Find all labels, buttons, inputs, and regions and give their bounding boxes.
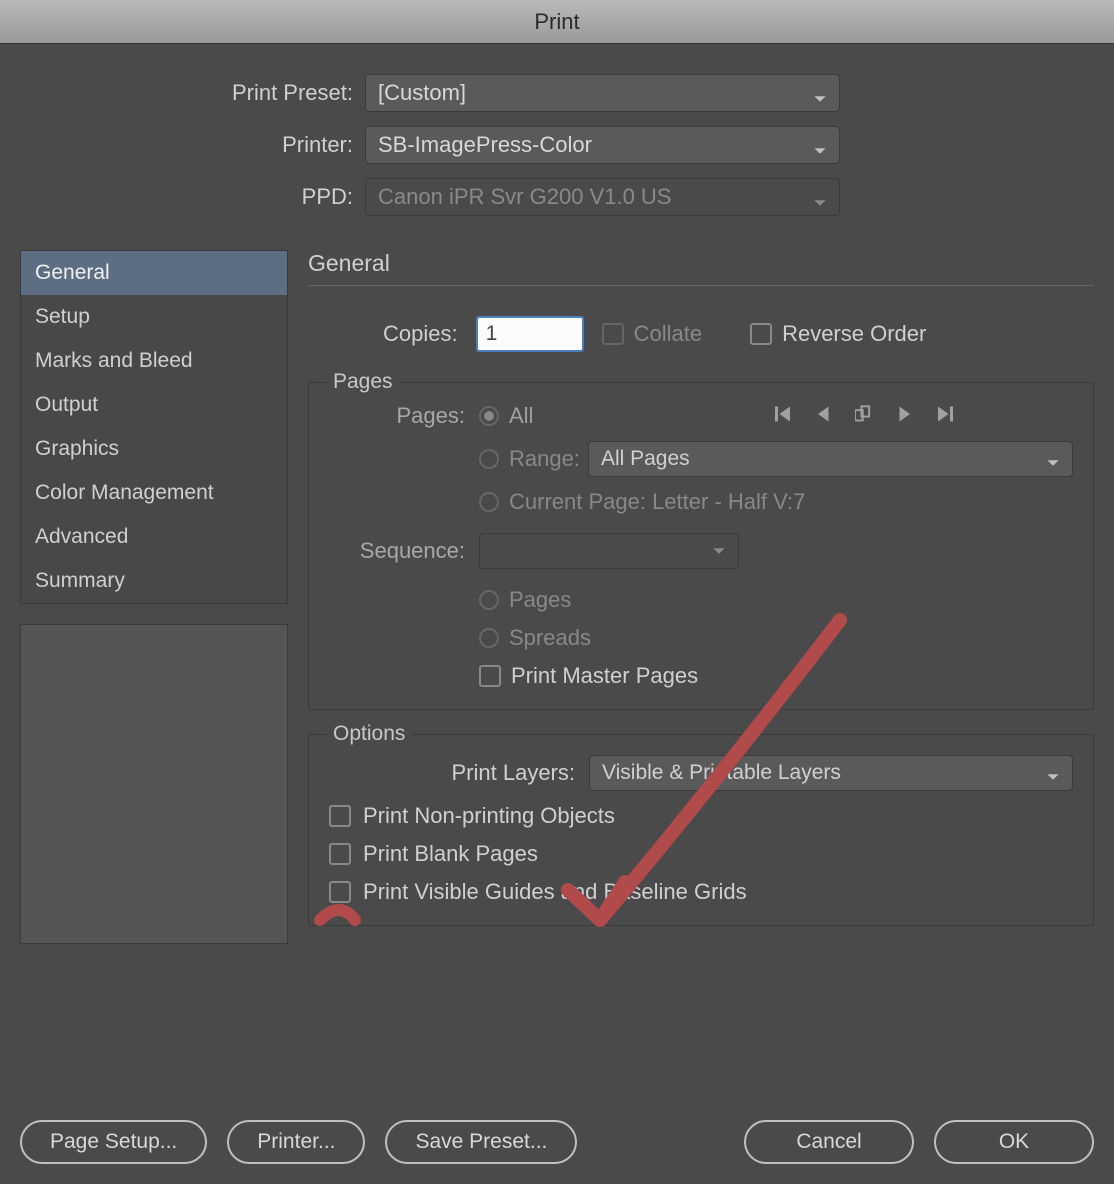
options-fieldset: Options Print Layers: Visible & Printabl… bbox=[308, 734, 1094, 926]
blank-pages-label: Print Blank Pages bbox=[363, 841, 538, 867]
range-value: All Pages bbox=[601, 447, 690, 471]
sidebar-item-advanced[interactable]: Advanced bbox=[21, 515, 287, 559]
print-preview-box bbox=[20, 624, 288, 944]
sequence-label: Sequence: bbox=[329, 538, 479, 564]
sidebar-item-marks[interactable]: Marks and Bleed bbox=[21, 339, 287, 383]
cancel-button[interactable]: Cancel bbox=[744, 1120, 914, 1164]
spread-icon[interactable] bbox=[855, 405, 873, 428]
sequence-dropdown bbox=[479, 533, 739, 569]
print-preset-label: Print Preset: bbox=[20, 80, 365, 106]
pages-radio-label: Pages bbox=[509, 587, 571, 613]
current-radio-label: Current Page: Letter - Half V:7 bbox=[509, 489, 805, 515]
pages-radio[interactable] bbox=[479, 590, 499, 610]
range-radio[interactable] bbox=[479, 449, 499, 469]
reverse-label: Reverse Order bbox=[782, 321, 926, 347]
printer-button[interactable]: Printer... bbox=[227, 1120, 365, 1164]
chevron-down-icon bbox=[712, 544, 726, 558]
spreads-radio-label: Spreads bbox=[509, 625, 591, 651]
footer-buttons: Page Setup... Printer... Save Preset... … bbox=[20, 1120, 1094, 1164]
options-legend: Options bbox=[327, 722, 411, 746]
window-title: Print bbox=[0, 0, 1114, 44]
ppd-dropdown: Canon iPR Svr G200 V1.0 US bbox=[365, 178, 840, 216]
chevron-down-icon bbox=[813, 86, 827, 100]
range-radio-label: Range: bbox=[509, 446, 580, 472]
print-layers-label: Print Layers: bbox=[329, 760, 589, 786]
page-nav-icons bbox=[775, 405, 953, 428]
guides-label: Print Visible Guides and Baseline Grids bbox=[363, 879, 747, 905]
top-form: Print Preset: [Custom] Printer: SB-Image… bbox=[0, 44, 1114, 250]
current-radio[interactable] bbox=[479, 492, 499, 512]
last-page-icon[interactable] bbox=[935, 405, 953, 428]
sidebar-nav: General Setup Marks and Bleed Output Gra… bbox=[20, 250, 288, 604]
print-preset-value: [Custom] bbox=[378, 80, 466, 106]
sidebar-item-general[interactable]: General bbox=[21, 251, 287, 295]
prev-page-icon[interactable] bbox=[815, 405, 833, 428]
all-radio-label: All bbox=[509, 403, 533, 429]
spreads-radio[interactable] bbox=[479, 628, 499, 648]
save-preset-button[interactable]: Save Preset... bbox=[385, 1120, 577, 1164]
collate-checkbox-wrap: Collate bbox=[602, 321, 702, 347]
chevron-down-icon bbox=[813, 138, 827, 152]
page-setup-button[interactable]: Page Setup... bbox=[20, 1120, 207, 1164]
pages-fieldset: Pages Pages: All Range: bbox=[308, 382, 1094, 710]
panel-title: General bbox=[308, 250, 1094, 286]
ppd-value: Canon iPR Svr G200 V1.0 US bbox=[378, 184, 671, 210]
copies-input[interactable] bbox=[476, 316, 584, 352]
print-master-label: Print Master Pages bbox=[511, 663, 698, 689]
blank-pages-checkbox[interactable] bbox=[329, 843, 351, 865]
non-printing-label: Print Non-printing Objects bbox=[363, 803, 615, 829]
sidebar-item-setup[interactable]: Setup bbox=[21, 295, 287, 339]
print-preset-dropdown[interactable]: [Custom] bbox=[365, 74, 840, 112]
non-printing-checkbox[interactable] bbox=[329, 805, 351, 827]
pages-legend: Pages bbox=[327, 370, 399, 394]
copies-label: Copies: bbox=[383, 321, 458, 347]
collate-checkbox bbox=[602, 323, 624, 345]
print-master-checkbox[interactable] bbox=[479, 665, 501, 687]
collate-label: Collate bbox=[634, 321, 702, 347]
reverse-checkbox[interactable] bbox=[750, 323, 772, 345]
print-layers-value: Visible & Printable Layers bbox=[602, 761, 841, 785]
chevron-down-icon bbox=[813, 190, 827, 204]
printer-dropdown[interactable]: SB-ImagePress-Color bbox=[365, 126, 840, 164]
all-radio[interactable] bbox=[479, 406, 499, 426]
pages-label: Pages: bbox=[329, 403, 479, 429]
chevron-down-icon bbox=[1046, 766, 1060, 780]
next-page-icon[interactable] bbox=[895, 405, 913, 428]
sidebar-item-color[interactable]: Color Management bbox=[21, 471, 287, 515]
sidebar-item-output[interactable]: Output bbox=[21, 383, 287, 427]
guides-checkbox[interactable] bbox=[329, 881, 351, 903]
print-layers-dropdown[interactable]: Visible & Printable Layers bbox=[589, 755, 1073, 791]
printer-value: SB-ImagePress-Color bbox=[378, 132, 592, 158]
range-dropdown[interactable]: All Pages bbox=[588, 441, 1073, 477]
ok-button[interactable]: OK bbox=[934, 1120, 1094, 1164]
chevron-down-icon bbox=[1046, 452, 1060, 466]
sidebar-item-graphics[interactable]: Graphics bbox=[21, 427, 287, 471]
sidebar-item-summary[interactable]: Summary bbox=[21, 559, 287, 603]
first-page-icon[interactable] bbox=[775, 405, 793, 428]
printer-label: Printer: bbox=[20, 132, 365, 158]
reverse-checkbox-wrap[interactable]: Reverse Order bbox=[750, 321, 926, 347]
ppd-label: PPD: bbox=[20, 184, 365, 210]
